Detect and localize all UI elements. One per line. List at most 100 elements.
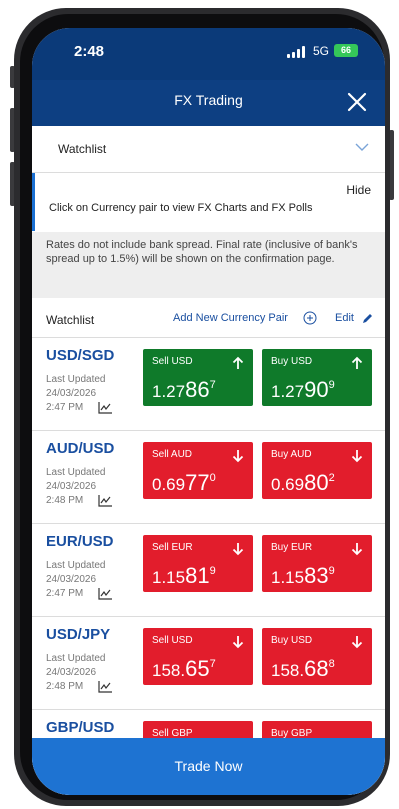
buy-label: Buy AUD xyxy=(271,449,312,460)
watchlist-title: Watchlist xyxy=(46,313,95,327)
rate-pips: 65 xyxy=(185,656,210,681)
hide-link[interactable]: Hide xyxy=(346,183,371,197)
rate-fraction: 9 xyxy=(209,565,216,577)
sell-rate-button[interactable]: Sell EUR 1.15819 xyxy=(143,535,253,592)
chevron-down-icon xyxy=(355,143,369,151)
watchlist-dropdown[interactable]: Watchlist xyxy=(32,126,385,173)
rate-fraction: 9 xyxy=(328,565,335,577)
edit-link[interactable]: Edit xyxy=(335,312,354,324)
sell-label: Sell AUD xyxy=(152,449,193,460)
rate-pips: 80 xyxy=(304,470,329,495)
plus-circle-icon[interactable] xyxy=(303,311,317,325)
sell-label: Sell USD xyxy=(152,356,193,367)
currency-pair[interactable]: EUR/USD xyxy=(46,533,114,550)
currency-pair[interactable]: AUD/USD xyxy=(46,440,114,457)
sell-rate: 1.27867 xyxy=(152,377,216,403)
arrow-down-icon xyxy=(232,450,244,463)
buy-rate: 158.688 xyxy=(271,656,335,682)
rate-fraction: 7 xyxy=(209,379,216,391)
buy-rate: 1.27909 xyxy=(271,377,335,403)
rate-fraction: 2 xyxy=(328,472,335,484)
rate-prefix: 1.15 xyxy=(271,568,305,587)
trade-now-button[interactable]: Trade Now xyxy=(32,738,385,795)
last-updated-date: 24/03/2026 xyxy=(46,481,97,492)
arrow-down-icon xyxy=(351,636,363,649)
sell-rate-button[interactable]: Sell USD 158.657 xyxy=(143,628,253,685)
arrow-up-icon xyxy=(232,356,244,369)
rate-pips: 86 xyxy=(185,377,210,402)
rate-prefix: 0.69 xyxy=(271,475,305,494)
dropdown-value: Watchlist xyxy=(58,142,107,156)
last-updated-time: 2:48 PM xyxy=(46,495,84,506)
currency-row[interactable]: USD/SGD Last Updated 24/03/2026 2:47 PM … xyxy=(32,338,385,431)
rate-pips: 83 xyxy=(304,563,329,588)
currency-row[interactable]: USD/JPY Last Updated 24/03/2026 2:48 PM … xyxy=(32,617,385,710)
close-icon[interactable] xyxy=(345,90,369,114)
currency-row[interactable]: EUR/USD Last Updated 24/03/2026 2:47 PM … xyxy=(32,524,385,617)
last-updated-date: 24/03/2026 xyxy=(46,388,97,399)
sell-rate: 158.657 xyxy=(152,656,216,682)
arrow-down-icon xyxy=(351,450,363,463)
last-updated-label: Last Updated xyxy=(46,374,106,385)
rate-prefix: 1.27 xyxy=(271,382,305,401)
last-updated-label: Last Updated xyxy=(46,467,106,478)
add-currency-pair-link[interactable]: Add New Currency Pair xyxy=(173,312,288,324)
chart-icon[interactable] xyxy=(98,402,112,414)
chart-icon[interactable] xyxy=(98,495,112,507)
buy-label: Buy USD xyxy=(271,356,313,367)
rate-pips: 77 xyxy=(185,470,210,495)
last-updated-time: 2:48 PM xyxy=(46,681,84,692)
arrow-up-icon xyxy=(351,356,363,369)
arrow-down-icon xyxy=(232,543,244,556)
currency-pair[interactable]: GBP/USD xyxy=(46,719,114,736)
network-label: 5G xyxy=(313,44,330,58)
last-updated-label: Last Updated xyxy=(46,560,106,571)
buy-rate-button[interactable]: Buy EUR 1.15839 xyxy=(262,535,372,592)
last-updated-date: 24/03/2026 xyxy=(46,667,97,678)
buy-rate-button[interactable]: Buy USD 158.688 xyxy=(262,628,372,685)
rate-fraction: 7 xyxy=(209,658,216,670)
battery-level: 66 xyxy=(340,45,351,55)
signal-icon xyxy=(287,46,309,58)
rate-pips: 90 xyxy=(304,377,329,402)
page-title: FX Trading xyxy=(174,92,243,108)
rate-fraction: 9 xyxy=(328,379,335,391)
rate-prefix: 1.15 xyxy=(152,568,186,587)
rate-prefix: 1.27 xyxy=(152,382,186,401)
last-updated-label: Last Updated xyxy=(46,653,106,664)
arrow-down-icon xyxy=(351,543,363,556)
last-updated-time: 2:47 PM xyxy=(46,402,84,413)
sell-label: Sell EUR xyxy=(152,542,193,553)
last-updated-time: 2:47 PM xyxy=(46,588,84,599)
device-frame: 2:48 5G 66 FX Trading Watchlist Hide Cli… xyxy=(0,0,399,809)
chart-icon[interactable] xyxy=(98,681,112,693)
pencil-icon[interactable] xyxy=(361,312,374,325)
info-banner: Hide Click on Currency pair to view FX C… xyxy=(32,173,385,231)
currency-pair[interactable]: USD/JPY xyxy=(46,626,110,643)
buy-rate: 0.69802 xyxy=(271,470,335,496)
sell-label: Sell USD xyxy=(152,635,193,646)
buy-rate-button[interactable]: Buy USD 1.27909 xyxy=(262,349,372,406)
arrow-down-icon xyxy=(232,636,244,649)
last-updated: Last Updated 24/03/2026 2:47 PM xyxy=(46,559,106,601)
rate-pips: 68 xyxy=(304,656,329,681)
rate-fraction: 8 xyxy=(328,658,335,670)
rate-prefix: 158. xyxy=(271,661,305,680)
rate-prefix: 158. xyxy=(152,661,186,680)
sell-rate: 0.69770 xyxy=(152,470,216,496)
currency-pair[interactable]: USD/SGD xyxy=(46,347,114,364)
last-updated: Last Updated 24/03/2026 2:48 PM xyxy=(46,652,106,694)
rate-pips: 81 xyxy=(185,563,210,588)
sell-rate-button[interactable]: Sell USD 1.27867 xyxy=(143,349,253,406)
currency-row[interactable]: AUD/USD Last Updated 24/03/2026 2:48 PM … xyxy=(32,431,385,524)
nav-bar: FX Trading xyxy=(32,80,385,126)
info-message: Click on Currency pair to view FX Charts… xyxy=(49,202,313,214)
buy-rate: 1.15839 xyxy=(271,563,335,589)
last-updated: Last Updated 24/03/2026 2:47 PM xyxy=(46,373,106,415)
buy-rate-button[interactable]: Buy AUD 0.69802 xyxy=(262,442,372,499)
buy-label: Buy EUR xyxy=(271,542,313,553)
chart-icon[interactable] xyxy=(98,588,112,600)
sell-rate-button[interactable]: Sell AUD 0.69770 xyxy=(143,442,253,499)
last-updated: Last Updated 24/03/2026 2:48 PM xyxy=(46,466,106,508)
rate-disclaimer: Rates do not include bank spread. Final … xyxy=(32,232,385,298)
